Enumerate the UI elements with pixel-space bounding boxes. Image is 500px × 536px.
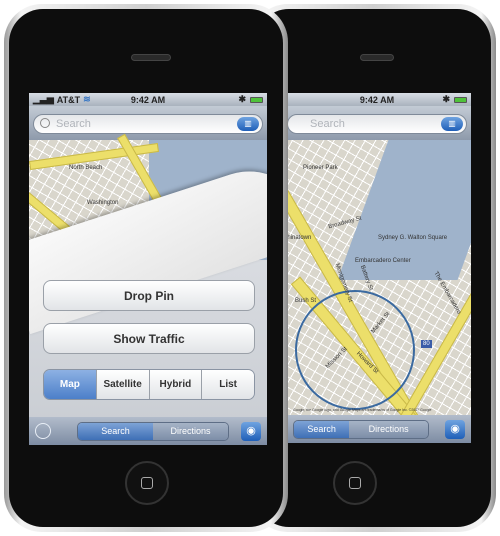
wifi-icon: ≋ — [83, 94, 91, 104]
map-label: Embarcadero Center — [355, 258, 411, 264]
drop-pin-button[interactable]: Drop Pin — [43, 280, 255, 311]
bottom-toolbar: Search Directions ◉ — [283, 415, 471, 443]
signal-icon: ▁▃▅ — [33, 94, 54, 104]
map-type-list[interactable]: List — [201, 370, 254, 399]
status-bar: 9:42 AM ✱ — [283, 93, 471, 106]
map-view[interactable]: Pioneer Park Chinatown Broadway St Embar… — [283, 139, 471, 443]
map-label: Bush St — [295, 298, 317, 304]
search-input[interactable]: Search — [33, 114, 263, 134]
iphone-front: ▁▃▅ AT&T ≋ 9:42 AM ✱ Search ▥ North Beach … — [4, 4, 288, 532]
page-curl-eye-icon[interactable]: ◉ — [445, 420, 465, 439]
home-button[interactable] — [333, 461, 377, 505]
accuracy-circle — [295, 290, 415, 410]
search-directions-toggle: Search Directions — [77, 422, 229, 441]
map-label: North Beach — [69, 165, 103, 171]
search-tab[interactable]: Search — [294, 421, 350, 438]
home-button[interactable] — [125, 461, 169, 505]
map-label: Sydney G. Walton Square — [378, 235, 448, 241]
battery-icon — [454, 96, 467, 103]
bottom-toolbar: Search Directions ◉ — [29, 417, 267, 445]
search-input[interactable]: Search — [287, 114, 467, 134]
clock: 9:42 AM — [359, 94, 395, 105]
battery-icon — [250, 96, 263, 103]
speaker — [360, 54, 394, 61]
search-bar: Search ▥ — [283, 106, 471, 140]
map-type-selector: Map Satellite Hybrid List — [43, 369, 255, 400]
speaker — [131, 54, 171, 61]
carrier: AT&T — [56, 94, 81, 105]
search-tab[interactable]: Search — [78, 423, 153, 440]
bookmarks-icon[interactable]: ▥ — [441, 117, 463, 131]
directions-tab[interactable]: Directions — [153, 423, 228, 440]
interstate-shield: 80 — [421, 340, 432, 348]
search-icon — [40, 118, 50, 128]
map-label: Washington — [87, 200, 119, 206]
map-label: Pioneer Park — [303, 165, 338, 171]
map-type-satellite[interactable]: Satellite — [95, 370, 149, 399]
maps-options-screen: ▁▃▅ AT&T ≋ 9:42 AM ✱ Search ▥ North Beach … — [29, 93, 267, 445]
map-view[interactable]: North Beach Washington — [29, 133, 267, 335]
map-type-hybrid[interactable]: Hybrid — [148, 370, 202, 399]
clock: 9:42 AM — [130, 94, 166, 105]
maps-screen: 9:42 AM ✱ Search ▥ Pioneer Park Chinatow… — [283, 93, 471, 443]
search-directions-toggle: Search Directions — [293, 420, 429, 439]
show-traffic-button[interactable]: Show Traffic — [43, 323, 255, 354]
search-bar: Search ▥ — [29, 106, 267, 140]
bluetooth-icon: ✱ — [238, 94, 246, 104]
directions-tab[interactable]: Directions — [349, 421, 428, 438]
page-curl-eye-icon[interactable]: ◉ — [241, 422, 261, 441]
status-bar: ▁▃▅ AT&T ≋ 9:42 AM ✱ — [29, 93, 267, 106]
map-copyright: Google, the Google logo, and Google Maps… — [293, 408, 432, 412]
locate-me-icon[interactable] — [35, 423, 51, 439]
map-type-map[interactable]: Map — [44, 370, 96, 399]
bluetooth-icon: ✱ — [442, 94, 450, 104]
search-placeholder: Search — [56, 118, 91, 130]
bookmarks-icon[interactable]: ▥ — [237, 117, 259, 131]
